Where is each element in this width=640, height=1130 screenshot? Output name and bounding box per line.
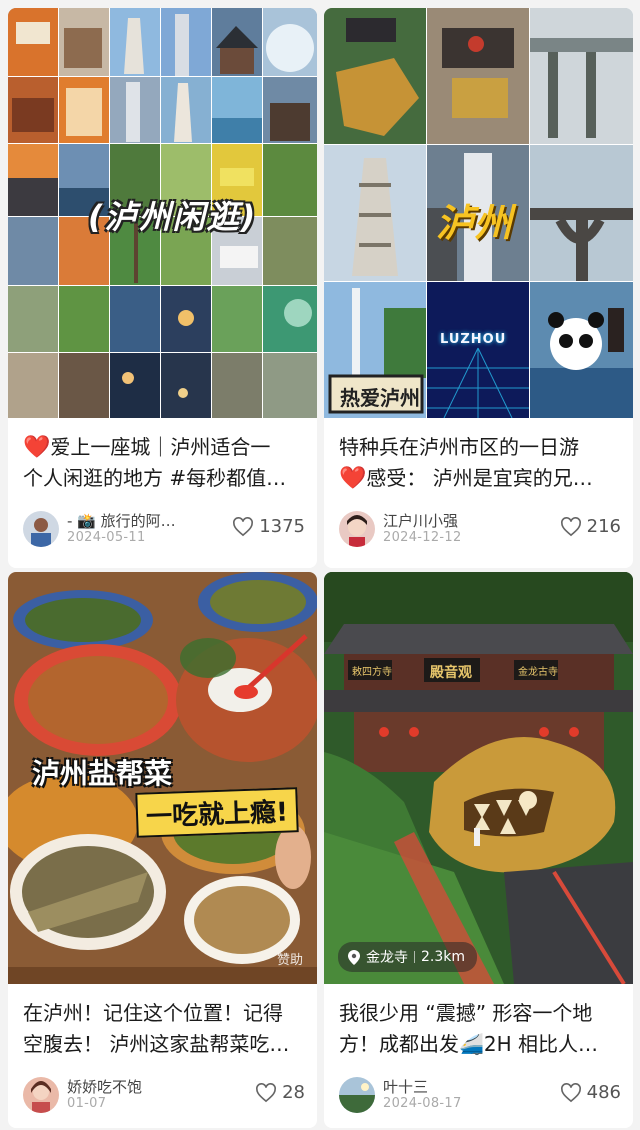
cover-title-overlay: 泸州 — [436, 201, 513, 245]
temple-photo — [324, 572, 633, 984]
temple-plaque-center: 殿音观 — [430, 665, 472, 681]
chip-divider — [414, 951, 415, 963]
location-distance: 2.3km — [421, 949, 466, 965]
note-cover-image[interactable]: 泸州 热爱泸州 LUZHOU — [324, 8, 633, 418]
post-date: 2024-12-12 — [383, 530, 462, 545]
note-card[interactable]: 泸州盐帮菜 一吃就上瘾! 赞助 在泸州！记住这个位置！记得 空腹去！ 泸州这家盐… — [8, 572, 317, 1128]
note-cover-image[interactable]: 泸州盐帮菜 一吃就上瘾! 赞助 — [8, 572, 317, 984]
like-count: 1375 — [259, 516, 305, 537]
avatar[interactable] — [23, 1077, 59, 1113]
note-title[interactable]: 我很少用 “震撼” 形容一个地 方！成都出发🚄2H 相比人… — [339, 998, 619, 1060]
author-name[interactable]: 叶十三 — [383, 1076, 428, 1097]
like-button[interactable]: 28 — [255, 1082, 305, 1103]
cover-paren-left: ( — [88, 198, 105, 236]
post-date: 01-07 — [67, 1096, 107, 1111]
location-pin-icon — [348, 949, 360, 965]
note-title-line: 感受： 泸州是宜宾的兄… — [366, 466, 593, 490]
note-card[interactable]: (泸州闲逛) ❤️爱上一座城｜泸州适合一 个人闲逛的地方 #每秒都值… - 📸 … — [8, 8, 317, 568]
post-date: 2024-05-11 — [67, 530, 146, 545]
note-title-line: 我很少用 “震撼” 形容一个地 — [339, 1001, 593, 1025]
note-title[interactable]: 特种兵在泸州市区的一日游 ❤️感受： 泸州是宜宾的兄… — [339, 432, 619, 494]
temple-plaque-left: 敕四方寺 — [352, 667, 392, 678]
cover-neon-text: LUZHOU — [440, 332, 507, 347]
avatar[interactable] — [339, 511, 375, 547]
note-title-line: 方！成都出发🚄2H 相比人… — [339, 1032, 599, 1056]
red-heart-emoji: ❤️ — [339, 466, 367, 491]
location-chip[interactable]: 金龙寺 2.3km — [338, 942, 478, 972]
red-heart-emoji: ❤️ — [23, 435, 51, 460]
note-meta: 江户川小强 2024-12-12 216 — [339, 510, 621, 550]
heart-outline-icon — [256, 1082, 277, 1102]
avatar[interactable] — [23, 511, 59, 547]
note-card[interactable]: 敕四方寺 殿音观 金龙古寺 金龙寺 2.3km 我很少用 “震撼” 形容一个地 … — [324, 572, 633, 1128]
note-title-line: 空腹去！ 泸州这家盐帮菜吃… — [23, 1032, 290, 1056]
note-cover-image[interactable]: 敕四方寺 殿音观 金龙古寺 金龙寺 2.3km — [324, 572, 633, 984]
cover-dish-slogan: 一吃就上瘾! — [135, 787, 299, 838]
note-title-line: 爱上一座城｜泸州适合一 — [50, 435, 271, 459]
note-title-line: 个人闲逛的地方 #每秒都值… — [23, 466, 287, 490]
author-name[interactable]: - 📸 旅行的阿… — [67, 510, 176, 531]
author-name[interactable]: 娇娇吃不饱 — [67, 1076, 142, 1097]
location-name: 金龙寺 — [366, 950, 408, 966]
note-card[interactable]: 泸州 热爱泸州 LUZHOU 特种兵在泸州市区的一日游 ❤️感受： 泸州是宜宾的… — [324, 8, 633, 568]
note-title-line: 特种兵在泸州市区的一日游 — [339, 435, 579, 459]
note-feed: (泸州闲逛) ❤️爱上一座城｜泸州适合一 个人闲逛的地方 #每秒都值… - 📸 … — [0, 0, 640, 1130]
avatar[interactable] — [339, 1077, 375, 1113]
heart-outline-icon — [233, 516, 254, 536]
cover-title-overlay: (泸州闲逛) — [88, 192, 257, 238]
like-count: 486 — [586, 1082, 621, 1103]
like-count: 28 — [282, 1082, 305, 1103]
author-name[interactable]: 江户川小强 — [383, 510, 458, 531]
note-meta: 叶十三 2024-08-17 486 — [339, 1076, 621, 1116]
cover-dish-title: 泸州盐帮菜 — [32, 757, 173, 790]
like-button[interactable]: 1375 — [232, 516, 305, 537]
cover-title-text: 泸州闲逛 — [104, 198, 241, 236]
heart-outline-icon — [560, 1082, 581, 1102]
note-title-line: 在泸州！记住这个位置！记得 — [23, 1001, 283, 1025]
note-title[interactable]: ❤️爱上一座城｜泸州适合一 个人闲逛的地方 #每秒都值… — [23, 432, 303, 494]
sponsor-badge: 赞助 — [276, 953, 303, 968]
cover-sign-text: 热爱泸州 — [340, 386, 420, 410]
heart-outline-icon — [560, 516, 581, 536]
note-title[interactable]: 在泸州！记住这个位置！记得 空腹去！ 泸州这家盐帮菜吃… — [23, 998, 303, 1060]
note-meta: 娇娇吃不饱 01-07 28 — [23, 1076, 305, 1116]
post-date: 2024-08-17 — [383, 1096, 462, 1111]
temple-plaque-right: 金龙古寺 — [518, 667, 558, 678]
cover-paren-right: ) — [240, 198, 258, 236]
like-count: 216 — [586, 516, 621, 537]
note-meta: - 📸 旅行的阿… 2024-05-11 1375 — [23, 510, 305, 550]
like-button[interactable]: 216 — [560, 516, 621, 537]
like-button[interactable]: 486 — [560, 1082, 621, 1103]
note-cover-image[interactable]: (泸州闲逛) — [8, 8, 317, 418]
